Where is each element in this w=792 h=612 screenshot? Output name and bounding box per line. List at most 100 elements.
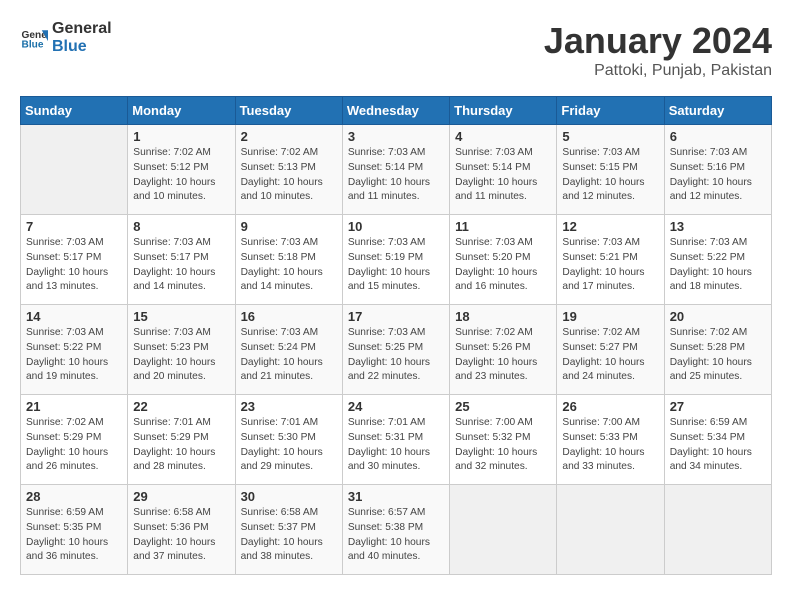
day-number: 30 (241, 489, 337, 504)
cell-content: Sunrise: 7:01 AM Sunset: 5:31 PM Dayligh… (348, 416, 444, 475)
day-number: 20 (670, 309, 766, 324)
calendar-cell: 20Sunrise: 7:02 AM Sunset: 5:28 PM Dayli… (664, 305, 771, 395)
day-number: 3 (348, 129, 444, 144)
day-number: 22 (133, 399, 229, 414)
logo-blue: Blue (52, 38, 112, 56)
calendar-subtitle: Pattoki, Punjab, Pakistan (544, 62, 772, 80)
calendar-cell: 27 Sunrise: 6:59 AM Sunset: 5:34 PM Dayli… (664, 395, 771, 485)
cell-content: Sunrise: 7:02 AM Sunset: 5:13 PM Dayligh… (241, 146, 337, 205)
calendar-cell: 23Sunrise: 7:01 AM Sunset: 5:30 PM Dayli… (235, 395, 342, 485)
day-number: 6 (670, 129, 766, 144)
calendar-header-row: SundayMondayTuesdayWednesdayThursdayFrid… (21, 97, 772, 125)
calendar-cell: 12Sunrise: 7:03 AM Sunset: 5:21 PM Dayli… (557, 215, 664, 305)
calendar-table: SundayMondayTuesdayWednesdayThursdayFrid… (20, 96, 772, 575)
day-number: 13 (670, 219, 766, 234)
calendar-cell: 26Sunrise: 7:00 AM Sunset: 5:33 PM Dayli… (557, 395, 664, 485)
svg-text:Blue: Blue (22, 39, 44, 50)
calendar-cell: 30Sunrise: 6:58 AM Sunset: 5:37 PM Dayli… (235, 485, 342, 575)
cell-content: Sunrise: 6:57 AM Sunset: 5:38 PM Dayligh… (348, 506, 444, 565)
day-number: 17 (348, 309, 444, 324)
calendar-cell (664, 485, 771, 575)
calendar-cell: 19 Sunrise: 7:02 AM Sunset: 5:27 PM Dayli… (557, 305, 664, 395)
cell-content: Sunrise: 7:02 AM Sunset: 5:12 PM Dayligh… (133, 146, 229, 205)
cell-content: Sunrise: 7:03 AM Sunset: 5:20 PM Dayligh… (455, 236, 551, 295)
day-header-saturday: Saturday (664, 97, 771, 125)
calendar-week-4: 21 Sunrise: 7:02 AM Sunset: 5:29 PM Dayli… (21, 395, 772, 485)
calendar-cell: 31 Sunrise: 6:57 AM Sunset: 5:38 PM Dayli… (342, 485, 449, 575)
cell-content: Sunrise: 7:03 AM Sunset: 5:14 PM Dayligh… (455, 146, 551, 205)
page-header: General Blue General Blue January 2024 P… (20, 20, 772, 80)
calendar-cell: 7Sunrise: 7:03 AM Sunset: 5:17 PM Daylig… (21, 215, 128, 305)
day-header-thursday: Thursday (450, 97, 557, 125)
calendar-cell (21, 125, 128, 215)
cell-content: Sunrise: 7:03 AM Sunset: 5:19 PM Dayligh… (348, 236, 444, 295)
day-number: 5 (562, 129, 658, 144)
cell-content: Sunrise: 7:03 AM Sunset: 5:23 PM Dayligh… (133, 326, 229, 385)
calendar-cell: 8Sunrise: 7:03 AM Sunset: 5:17 PM Daylig… (128, 215, 235, 305)
calendar-cell: 13 Sunrise: 7:03 AM Sunset: 5:22 PM Dayli… (664, 215, 771, 305)
cell-content: Sunrise: 7:03 AM Sunset: 5:14 PM Dayligh… (348, 146, 444, 205)
calendar-week-3: 14Sunrise: 7:03 AM Sunset: 5:22 PM Dayli… (21, 305, 772, 395)
day-number: 26 (562, 399, 658, 414)
cell-content: Sunrise: 7:03 AM Sunset: 5:18 PM Dayligh… (241, 236, 337, 295)
cell-content: Sunrise: 7:03 AM Sunset: 5:17 PM Dayligh… (26, 236, 122, 295)
day-number: 27 (670, 399, 766, 414)
cell-content: Sunrise: 7:02 AM Sunset: 5:29 PM Dayligh… (26, 416, 122, 475)
day-header-wednesday: Wednesday (342, 97, 449, 125)
calendar-cell: 17Sunrise: 7:03 AM Sunset: 5:25 PM Dayli… (342, 305, 449, 395)
day-header-friday: Friday (557, 97, 664, 125)
calendar-cell (450, 485, 557, 575)
day-number: 21 (26, 399, 122, 414)
day-header-sunday: Sunday (21, 97, 128, 125)
day-number: 31 (348, 489, 444, 504)
day-number: 11 (455, 219, 551, 234)
day-number: 1 (133, 129, 229, 144)
cell-content: Sunrise: 7:03 AM Sunset: 5:16 PM Dayligh… (670, 146, 766, 205)
calendar-cell: 14Sunrise: 7:03 AM Sunset: 5:22 PM Dayli… (21, 305, 128, 395)
cell-content: Sunrise: 6:59 AM Sunset: 5:34 PM Dayligh… (670, 416, 766, 475)
day-number: 24 (348, 399, 444, 414)
cell-content: Sunrise: 7:03 AM Sunset: 5:22 PM Dayligh… (670, 236, 766, 295)
calendar-cell: 4 Sunrise: 7:03 AM Sunset: 5:14 PM Daylig… (450, 125, 557, 215)
day-header-monday: Monday (128, 97, 235, 125)
cell-content: Sunrise: 7:03 AM Sunset: 5:17 PM Dayligh… (133, 236, 229, 295)
calendar-cell: 21 Sunrise: 7:02 AM Sunset: 5:29 PM Dayli… (21, 395, 128, 485)
day-number: 19 (562, 309, 658, 324)
cell-content: Sunrise: 7:03 AM Sunset: 5:24 PM Dayligh… (241, 326, 337, 385)
day-number: 2 (241, 129, 337, 144)
calendar-body: 1 Sunrise: 7:02 AM Sunset: 5:12 PM Daylig… (21, 125, 772, 575)
day-number: 16 (241, 309, 337, 324)
cell-content: Sunrise: 7:01 AM Sunset: 5:30 PM Dayligh… (241, 416, 337, 475)
day-number: 15 (133, 309, 229, 324)
calendar-cell: 1 Sunrise: 7:02 AM Sunset: 5:12 PM Daylig… (128, 125, 235, 215)
cell-content: Sunrise: 7:03 AM Sunset: 5:15 PM Dayligh… (562, 146, 658, 205)
cell-content: Sunrise: 7:01 AM Sunset: 5:29 PM Dayligh… (133, 416, 229, 475)
day-number: 9 (241, 219, 337, 234)
calendar-week-2: 7Sunrise: 7:03 AM Sunset: 5:17 PM Daylig… (21, 215, 772, 305)
day-number: 12 (562, 219, 658, 234)
day-number: 4 (455, 129, 551, 144)
day-header-tuesday: Tuesday (235, 97, 342, 125)
calendar-cell (557, 485, 664, 575)
cell-content: Sunrise: 7:02 AM Sunset: 5:27 PM Dayligh… (562, 326, 658, 385)
calendar-cell: 24 Sunrise: 7:01 AM Sunset: 5:31 PM Dayli… (342, 395, 449, 485)
day-number: 28 (26, 489, 122, 504)
cell-content: Sunrise: 6:59 AM Sunset: 5:35 PM Dayligh… (26, 506, 122, 565)
calendar-cell: 5 Sunrise: 7:03 AM Sunset: 5:15 PM Daylig… (557, 125, 664, 215)
calendar-cell: 10 Sunrise: 7:03 AM Sunset: 5:19 PM Dayli… (342, 215, 449, 305)
day-number: 10 (348, 219, 444, 234)
calendar-cell: 29Sunrise: 6:58 AM Sunset: 5:36 PM Dayli… (128, 485, 235, 575)
logo: General Blue General Blue (20, 20, 112, 55)
calendar-cell: 9 Sunrise: 7:03 AM Sunset: 5:18 PM Daylig… (235, 215, 342, 305)
calendar-cell: 2 Sunrise: 7:02 AM Sunset: 5:13 PM Daylig… (235, 125, 342, 215)
calendar-title: January 2024 (544, 20, 772, 62)
day-number: 18 (455, 309, 551, 324)
cell-content: Sunrise: 7:00 AM Sunset: 5:32 PM Dayligh… (455, 416, 551, 475)
calendar-cell: 6 Sunrise: 7:03 AM Sunset: 5:16 PM Daylig… (664, 125, 771, 215)
day-number: 25 (455, 399, 551, 414)
calendar-cell: 16 Sunrise: 7:03 AM Sunset: 5:24 PM Dayli… (235, 305, 342, 395)
logo-icon: General Blue (20, 24, 48, 52)
calendar-cell: 22 Sunrise: 7:01 AM Sunset: 5:29 PM Dayli… (128, 395, 235, 485)
calendar-cell: 15 Sunrise: 7:03 AM Sunset: 5:23 PM Dayli… (128, 305, 235, 395)
calendar-cell: 11 Sunrise: 7:03 AM Sunset: 5:20 PM Dayli… (450, 215, 557, 305)
